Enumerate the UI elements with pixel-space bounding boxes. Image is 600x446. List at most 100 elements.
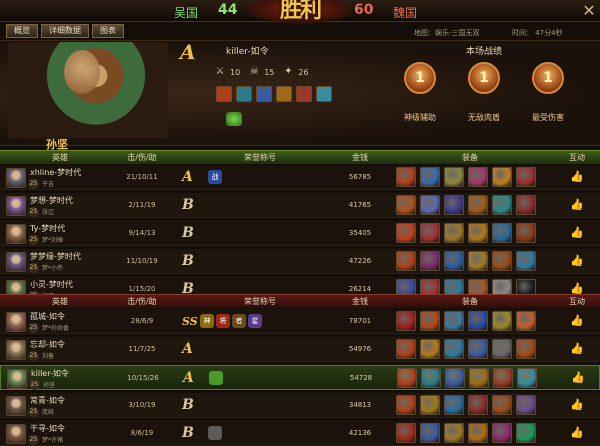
- equipment-slot[interactable]: [420, 339, 440, 359]
- equipment-slot[interactable]: [396, 423, 416, 443]
- equipment-slot[interactable]: [492, 167, 512, 187]
- equipment-slot[interactable]: [444, 167, 464, 187]
- equipment-slot[interactable]: [492, 195, 512, 215]
- equipment-slot[interactable]: [420, 311, 440, 331]
- equipment-slot[interactable]: [468, 167, 488, 187]
- equipment-slot[interactable]: [444, 339, 464, 359]
- player-row[interactable]: 忘却-如令 25 刘备 11/7/25 A 54976 👍: [0, 337, 600, 362]
- tab-charts[interactable]: 图表: [92, 24, 124, 38]
- item-slot[interactable]: [236, 86, 252, 102]
- like-icon[interactable]: 👍: [570, 342, 584, 356]
- equipment-slot[interactable]: [468, 223, 488, 243]
- equipment-slot[interactable]: [396, 339, 416, 359]
- item-slot[interactable]: [296, 86, 312, 102]
- equipment-slot[interactable]: [516, 423, 536, 443]
- equipment-slot[interactable]: [420, 195, 440, 215]
- equipment-slot[interactable]: [469, 368, 489, 388]
- equipment-slot[interactable]: [420, 167, 440, 187]
- medal-icon: 1: [404, 62, 436, 94]
- equipment-slot[interactable]: [516, 395, 536, 415]
- player-row[interactable]: 常青-如令 25 庞统 3/10/19 B 34813 👍: [0, 393, 600, 418]
- equipment-slot[interactable]: [493, 368, 513, 388]
- equipment-slot[interactable]: [396, 223, 416, 243]
- player-row[interactable]: killer-如令 25 孙坚 10/15/26 A 54728 👍: [0, 365, 600, 390]
- tab-overview[interactable]: 概览: [6, 24, 38, 38]
- equipment-slot[interactable]: [444, 311, 464, 331]
- equipment-list: [396, 311, 536, 331]
- equipment-slot[interactable]: [444, 195, 464, 215]
- equipment-slot[interactable]: [516, 251, 536, 271]
- hero-nickname: 刘备: [42, 353, 55, 360]
- equipment-slot[interactable]: [468, 423, 488, 443]
- equipment-slot[interactable]: [420, 223, 440, 243]
- gold-value: 42136: [348, 429, 372, 437]
- equipment-slot[interactable]: [468, 251, 488, 271]
- equipment-slot[interactable]: [420, 251, 440, 271]
- equipment-slot[interactable]: [468, 195, 488, 215]
- equipment-slot[interactable]: [516, 195, 536, 215]
- equipment-slot[interactable]: [396, 195, 416, 215]
- player-row[interactable]: 梦梦缘-梦时代 25 梦*小乔 11/10/19 B 47226 👍: [0, 249, 600, 274]
- equipment-slot[interactable]: [468, 311, 488, 331]
- equipment-slot[interactable]: [516, 339, 536, 359]
- player-row[interactable]: 干寻-如令 25 梦*许褚 8/6/19 B 42136 👍: [0, 421, 600, 446]
- equipment-slot[interactable]: [444, 395, 464, 415]
- equipment-slot[interactable]: [396, 167, 416, 187]
- like-icon[interactable]: 👍: [570, 170, 584, 184]
- equipment-slot[interactable]: [397, 368, 417, 388]
- equipment-slot[interactable]: [444, 223, 464, 243]
- equipment-slot[interactable]: [516, 223, 536, 243]
- kda-value: 9/14/13: [128, 229, 156, 237]
- item-slot[interactable]: [256, 86, 272, 102]
- equipment-slot[interactable]: [516, 167, 536, 187]
- equipment-slot[interactable]: [517, 368, 537, 388]
- hero-rank: A: [180, 40, 196, 64]
- equipment-slot[interactable]: [492, 339, 512, 359]
- avatar: [6, 196, 26, 216]
- item-slot[interactable]: [216, 86, 232, 102]
- tab-details[interactable]: 详细数据: [41, 24, 89, 38]
- equipment-slot[interactable]: [468, 395, 488, 415]
- player-row[interactable]: 孤城-如令 25 梦*孙尚香 28/6/9 SS 神将者星 78701 👍: [0, 309, 600, 334]
- medal-icon: 1: [468, 62, 500, 94]
- equipment-slot[interactable]: [516, 311, 536, 331]
- like-icon[interactable]: 👍: [570, 398, 584, 412]
- item-slot[interactable]: [316, 86, 332, 102]
- player-row[interactable]: xhline-梦时代 25 于吉 21/10/11 A 战 56785 👍: [0, 165, 600, 190]
- like-icon[interactable]: 👍: [570, 226, 584, 240]
- equipment-slot[interactable]: [444, 423, 464, 443]
- gold-value: 26214: [348, 285, 372, 293]
- like-icon[interactable]: 👍: [570, 314, 584, 328]
- equipment-slot[interactable]: [492, 251, 512, 271]
- equipment-slot[interactable]: [421, 368, 441, 388]
- map-info: 地图：娱乐-三国无双: [414, 29, 480, 37]
- battle-record-title: 本场战绩: [466, 47, 503, 57]
- like-icon[interactable]: 👍: [570, 198, 584, 212]
- team-left-name: 吴国: [174, 6, 199, 20]
- player-row[interactable]: Ty-梦时代 25 梦*刘禅 9/14/13 B 35405 👍: [0, 221, 600, 246]
- equipment-slot[interactable]: [396, 251, 416, 271]
- honor-list: 战: [208, 170, 222, 184]
- honor-list: 神将者星: [200, 314, 262, 328]
- honor-badge: 者: [232, 314, 246, 328]
- close-icon[interactable]: ✕: [582, 3, 596, 19]
- equipment-slot[interactable]: [444, 251, 464, 271]
- medal-icon: 1: [532, 62, 564, 94]
- equipment-slot[interactable]: [468, 339, 488, 359]
- equipment-slot[interactable]: [445, 368, 465, 388]
- player-row[interactable]: 梦想-梦时代 25 张辽 2/11/19 B 41765 👍: [0, 193, 600, 218]
- equipment-slot[interactable]: [396, 395, 416, 415]
- equipment-slot[interactable]: [492, 223, 512, 243]
- item-slot[interactable]: [276, 86, 292, 102]
- equipment-slot[interactable]: [420, 395, 440, 415]
- like-icon[interactable]: 👍: [571, 371, 585, 385]
- equipment-slot[interactable]: [492, 395, 512, 415]
- player-name: xhline-梦时代: [30, 168, 82, 177]
- badge-label: 最受伤害: [532, 113, 564, 122]
- equipment-slot[interactable]: [420, 423, 440, 443]
- kda-value: 8/6/19: [130, 429, 154, 437]
- equipment-slot[interactable]: [492, 423, 512, 443]
- equipment-slot[interactable]: [396, 311, 416, 331]
- like-icon[interactable]: 👍: [570, 254, 584, 268]
- equipment-slot[interactable]: [492, 311, 512, 331]
